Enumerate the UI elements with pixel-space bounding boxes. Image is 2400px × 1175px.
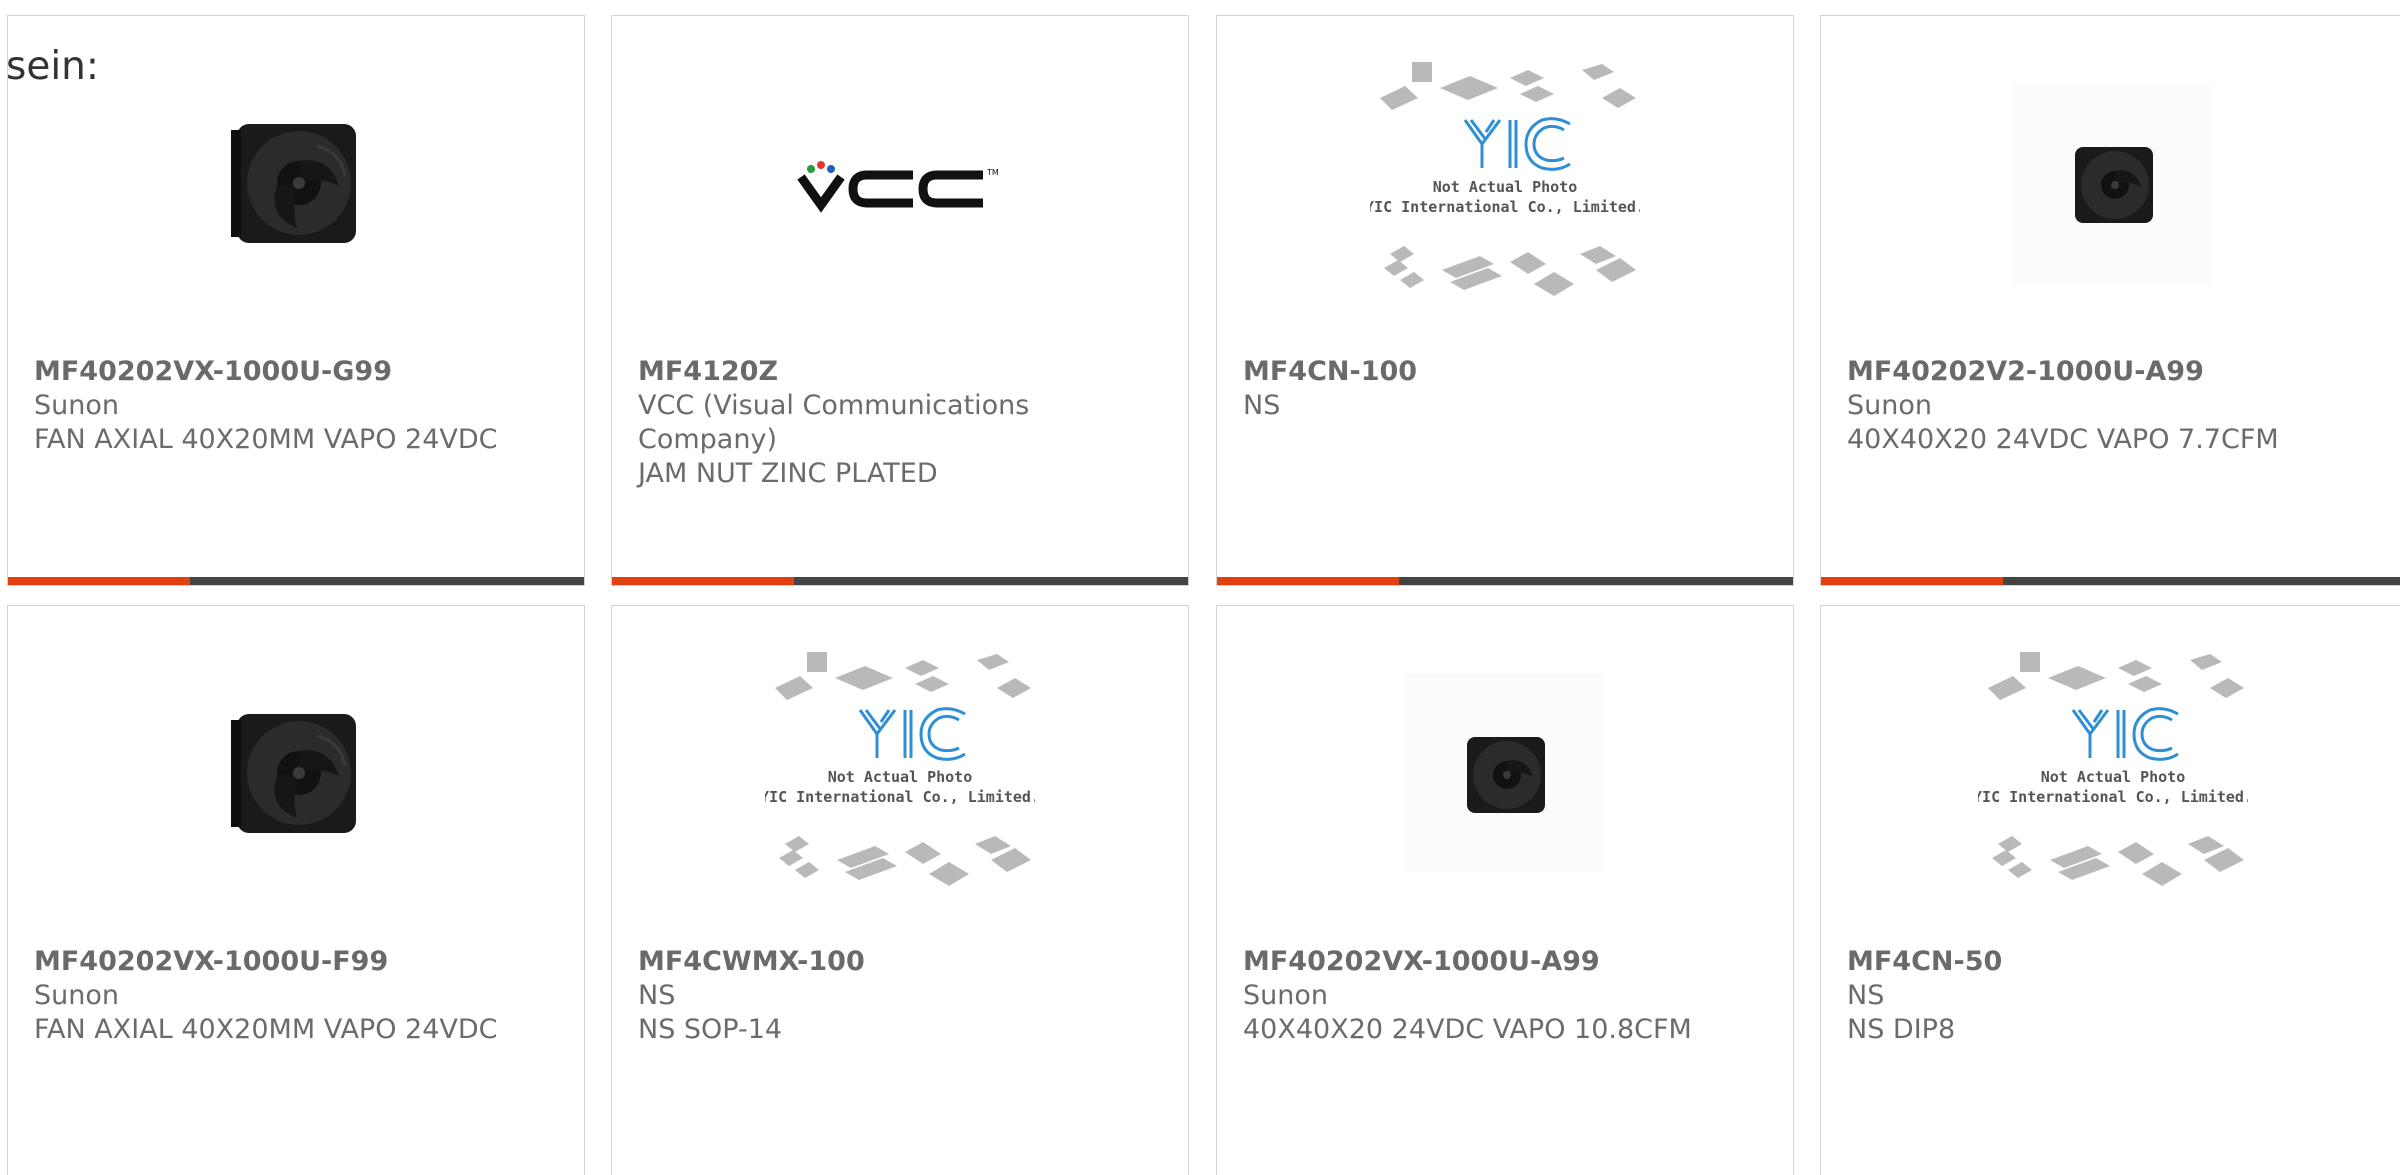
- part-number[interactable]: MF40202VX-1000U-F99: [34, 945, 564, 979]
- manufacturer: Sunon: [1847, 390, 1932, 421]
- svg-text:YIC International Co., Limited: YIC International Co., Limited.: [1978, 788, 2248, 806]
- fan-icon: [230, 123, 356, 243]
- product-card[interactable]: Not Actual Photo YIC International Co., …: [1820, 605, 2400, 1175]
- part-number[interactable]: MF4120Z: [638, 355, 1168, 389]
- description: NS DIP8: [1847, 1014, 1956, 1045]
- svg-text:TM: TM: [986, 168, 999, 177]
- part-number[interactable]: MF4CWMX-100: [638, 945, 1168, 979]
- svg-text:YIC International Co., Limited: YIC International Co., Limited.: [765, 788, 1035, 806]
- svg-text:Not Actual Photo: Not Actual Photo: [2040, 768, 2185, 786]
- card-accent-bar: [1821, 577, 2400, 585]
- description: FAN AXIAL 40X20MM VAPO 24VDC: [34, 1014, 498, 1045]
- svg-text:YIC International Co., Limited: YIC International Co., Limited.: [1370, 198, 1640, 216]
- description: 40X40X20 24VDC VAPO 10.8CFM: [1243, 1014, 1692, 1045]
- product-card[interactable]: Not Actual Photo YIC International Co., …: [611, 605, 1189, 1175]
- product-image[interactable]: [8, 58, 584, 308]
- yic-placeholder-icon: Not Actual Photo YIC International Co., …: [1370, 62, 1640, 296]
- product-image[interactable]: Not Actual Photo YIC International Co., …: [1821, 648, 2400, 898]
- card-accent-bar: [1217, 577, 1793, 585]
- product-card[interactable]: TM MF4120Z VCC (Visual Communications Co…: [611, 15, 1189, 586]
- manufacturer: NS: [638, 980, 676, 1011]
- description: JAM NUT ZINC PLATED: [638, 458, 938, 489]
- product-image[interactable]: [1217, 648, 1793, 898]
- manufacturer: NS: [1847, 980, 1885, 1011]
- product-card[interactable]: Not Actual Photo YIC International Co., …: [1216, 15, 1794, 586]
- description: NS SOP-14: [638, 1014, 783, 1045]
- product-image[interactable]: [1821, 58, 2400, 308]
- part-number[interactable]: MF40202VX-1000U-A99: [1243, 945, 1773, 979]
- product-card[interactable]: MF40202VX-1000U-F99 Sunon FAN AXIAL 40X2…: [7, 605, 585, 1175]
- description: 40X40X20 24VDC VAPO 7.7CFM: [1847, 424, 2279, 455]
- fan-icon: [2012, 83, 2213, 283]
- lead-text: sein:: [6, 44, 100, 89]
- svg-text:Not Actual Photo: Not Actual Photo: [1433, 178, 1578, 196]
- product-image[interactable]: [8, 648, 584, 898]
- part-number[interactable]: MF40202V2-1000U-A99: [1847, 355, 2384, 389]
- fan-icon: [1405, 673, 1605, 873]
- vcc-logo-icon: TM: [797, 161, 999, 213]
- yic-placeholder-icon: Not Actual Photo YIC International Co., …: [1978, 652, 2248, 886]
- part-number[interactable]: MF40202VX-1000U-G99: [34, 355, 564, 389]
- fan-icon: [230, 713, 356, 833]
- manufacturer: VCC (Visual Communications Company): [638, 390, 1030, 455]
- product-image[interactable]: Not Actual Photo YIC International Co., …: [612, 648, 1188, 898]
- yic-placeholder-icon: Not Actual Photo YIC International Co., …: [765, 652, 1035, 886]
- product-card[interactable]: MF40202VX-1000U-A99 Sunon 40X40X20 24VDC…: [1216, 605, 1794, 1175]
- manufacturer: NS: [1243, 390, 1281, 421]
- card-accent-bar: [8, 577, 584, 585]
- product-card[interactable]: MF40202V2-1000U-A99 Sunon 40X40X20 24VDC…: [1820, 15, 2400, 586]
- product-card[interactable]: MF40202VX-1000U-G99 Sunon FAN AXIAL 40X2…: [7, 15, 585, 586]
- manufacturer: Sunon: [1243, 980, 1328, 1011]
- manufacturer: Sunon: [34, 390, 119, 421]
- description: FAN AXIAL 40X20MM VAPO 24VDC: [34, 424, 498, 455]
- svg-text:Not Actual Photo: Not Actual Photo: [828, 768, 973, 786]
- manufacturer: Sunon: [34, 980, 119, 1011]
- part-number[interactable]: MF4CN-50: [1847, 945, 2384, 979]
- part-number[interactable]: MF4CN-100: [1243, 355, 1773, 389]
- product-image[interactable]: Not Actual Photo YIC International Co., …: [1217, 58, 1793, 308]
- card-accent-bar: [612, 577, 1188, 585]
- product-image[interactable]: TM: [612, 58, 1188, 308]
